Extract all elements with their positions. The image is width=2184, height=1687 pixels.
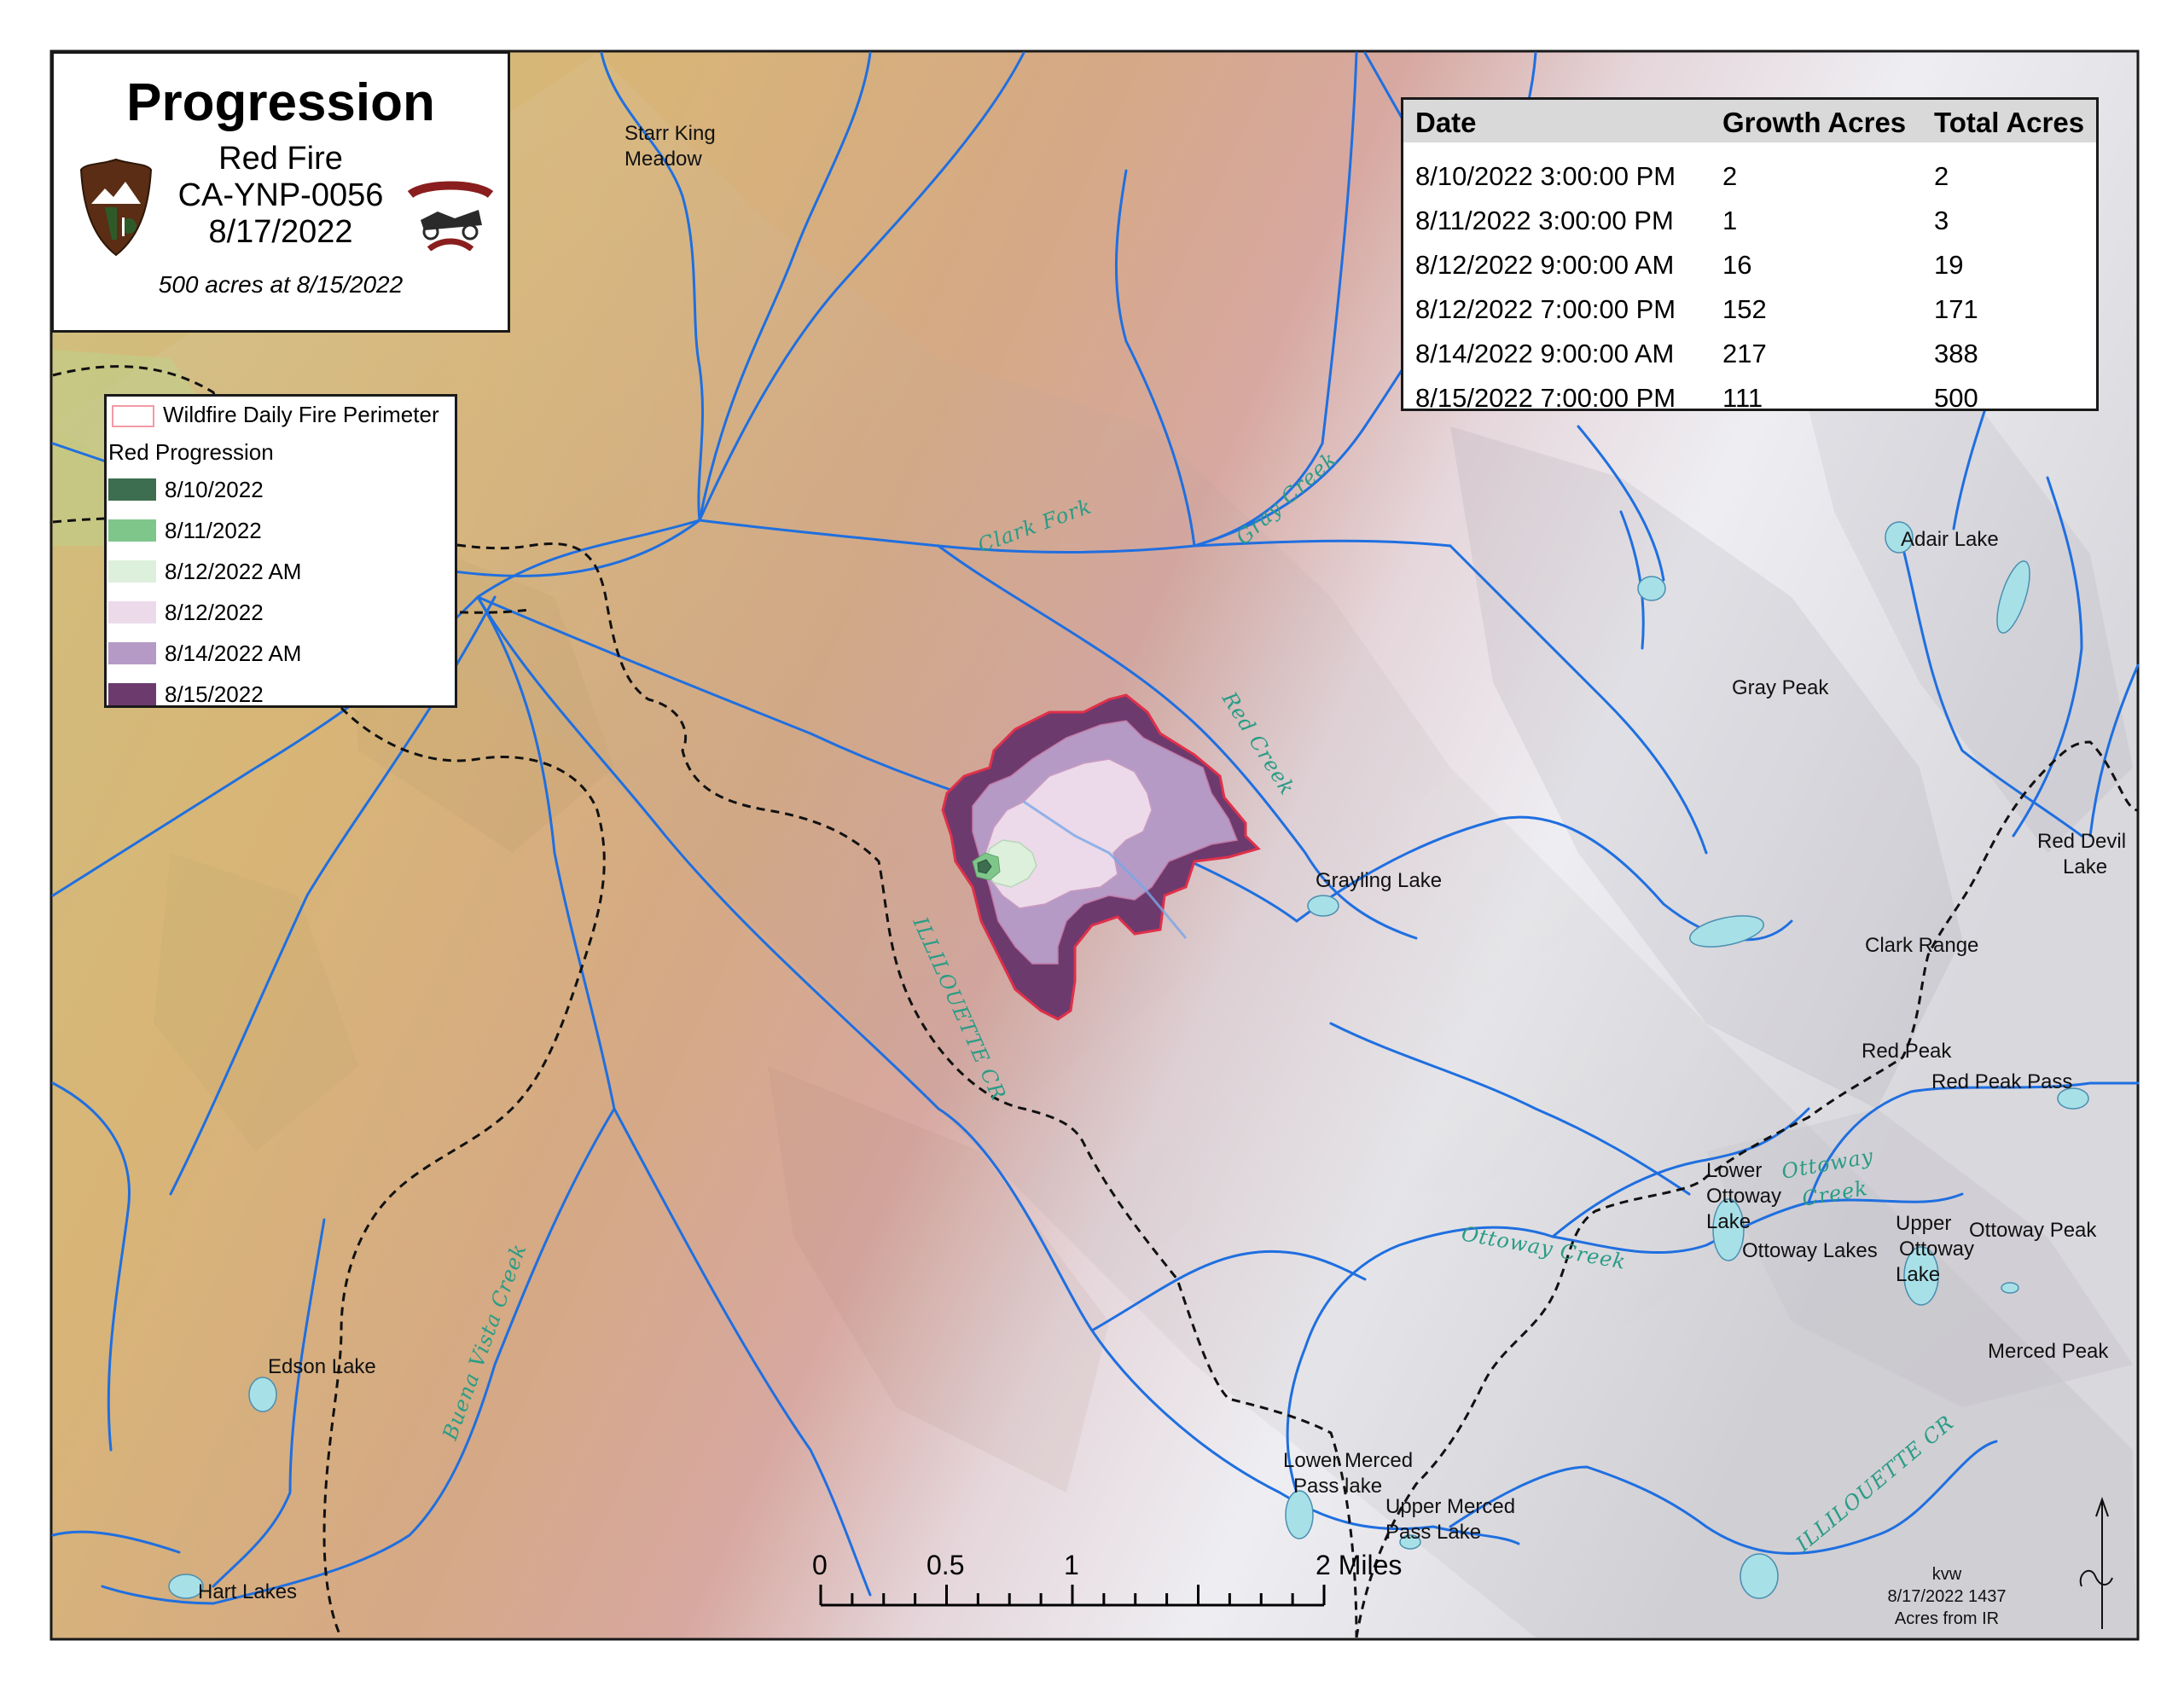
label-upper-ottoway: Upper (1896, 1212, 1951, 1235)
cell-total-acres: 171 (1934, 294, 1978, 324)
cell-growth-acres: 111 (1722, 383, 1763, 413)
nps-arrowhead-logo (79, 158, 153, 257)
yosemite-fire-logo (407, 181, 494, 251)
cell-growth-acres: 217 (1722, 339, 1767, 368)
cell-total-acres: 500 (1934, 383, 1978, 413)
title-box: Progression Red Fire CA-YNP-0056 8/17/20… (51, 51, 510, 333)
label-ottoway-peak: Ottoway Peak (1969, 1219, 2097, 1242)
label-upper-merced-2: Pass Lake (1385, 1521, 1481, 1544)
acreage-note: 500 acres at 8/15/2022 (158, 271, 404, 298)
scale-label-0-5: 0.5 (926, 1550, 964, 1580)
legend-swatch (108, 560, 156, 583)
cell-total-acres: 19 (1934, 250, 1964, 280)
cell-date: 8/14/2022 9:00:00 AM (1415, 339, 1675, 368)
label-red-devil: Red Devil (2037, 830, 2126, 853)
table-header: Date Growth Acres Total Acres (1403, 100, 2096, 142)
legend-swatch (108, 683, 156, 705)
legend-swatch (108, 478, 156, 501)
cell-total-acres: 2 (1934, 161, 1949, 191)
label-starr-king-meadow: Meadow (624, 148, 702, 171)
label-grayling-lake: Grayling Lake (1316, 869, 1442, 892)
cell-date: 8/12/2022 9:00:00 AM (1415, 250, 1675, 280)
header-growth-acres: Growth Acres (1722, 107, 1907, 138)
legend-swatch (108, 642, 156, 664)
legend-item-label: 8/15/2022 (165, 681, 264, 707)
label-red-peak: Red Peak (1862, 1040, 1952, 1063)
legend-item-label: 8/14/2022 AM (165, 641, 302, 666)
map-title: Progression (126, 73, 435, 132)
cell-date: 8/15/2022 7:00:00 PM (1415, 383, 1676, 413)
label-ottoway-lakes: Ottoway Lakes (1742, 1239, 1878, 1262)
label-upper-merced: Upper Merced (1385, 1495, 1515, 1518)
header-total-acres: Total Acres (1934, 107, 2085, 138)
label-merced-peak: Merced Peak (1988, 1340, 2109, 1363)
perimeter-swatch (112, 405, 154, 427)
legend: Wildfire Daily Fire Perimeter Red Progre… (104, 394, 457, 708)
label-lower-ottoway: Lower (1706, 1159, 1762, 1182)
label-adair-lake: Adair Lake (1901, 528, 1999, 551)
credit-author: kvw (1932, 1565, 1962, 1584)
cell-date: 8/10/2022 3:00:00 PM (1415, 161, 1676, 191)
label-hart-lakes: Hart Lakes (198, 1580, 297, 1603)
label-lower-ottoway-3: Lake (1706, 1210, 1751, 1233)
label-starr-king: Starr King (624, 122, 716, 145)
label-upper-ottoway-3: Lake (1896, 1263, 1940, 1286)
label-red-devil-lake: Lake (2063, 855, 2107, 878)
legend-item-label: 8/10/2022 (165, 477, 264, 502)
cell-growth-acres: 16 (1722, 250, 1752, 280)
cell-growth-acres: 2 (1722, 161, 1738, 191)
label-lower-merced: Lower Merced (1283, 1449, 1413, 1472)
legend-item-label: 8/12/2022 AM (165, 559, 302, 584)
legend-item-label: 8/11/2022 (165, 518, 262, 543)
credit-source: Acres from IR (1895, 1609, 1999, 1628)
legend-perimeter-label: Wildfire Daily Fire Perimeter (163, 402, 439, 427)
label-gray-peak: Gray Peak (1732, 676, 1829, 699)
credit-timestamp: 8/17/2022 1437 (1887, 1587, 2006, 1606)
label-red-peak-pass: Red Peak Pass (1931, 1070, 2072, 1093)
cell-growth-acres: 1 (1722, 206, 1738, 235)
cell-total-acres: 388 (1934, 339, 1978, 368)
cell-total-acres: 3 (1934, 206, 1949, 235)
label-edson-lake: Edson Lake (268, 1355, 376, 1378)
scale-label-1: 1 (1064, 1550, 1079, 1580)
header-date: Date (1415, 107, 1477, 138)
legend-swatch (108, 519, 156, 542)
progression-table: Date Growth Acres Total Acres 8/10/2022 … (1401, 97, 2099, 413)
scale-label-2-miles: 2 Miles (1316, 1550, 1402, 1580)
label-lower-merced-2: Pass lake (1293, 1475, 1382, 1498)
cell-date: 8/12/2022 7:00:00 PM (1415, 294, 1676, 324)
scale-label-0: 0 (812, 1550, 828, 1580)
cell-date: 8/11/2022 3:00:00 PM (1415, 206, 1674, 235)
legend-group-title: Red Progression (108, 439, 274, 465)
label-upper-ottoway-2: Ottoway (1899, 1238, 1974, 1261)
label-lower-ottoway-2: Ottoway (1706, 1185, 1781, 1208)
cell-growth-acres: 152 (1722, 294, 1767, 324)
legend-swatch (108, 601, 156, 623)
legend-item-label: 8/12/2022 (165, 600, 264, 625)
label-clark-range: Clark Range (1865, 934, 1978, 957)
